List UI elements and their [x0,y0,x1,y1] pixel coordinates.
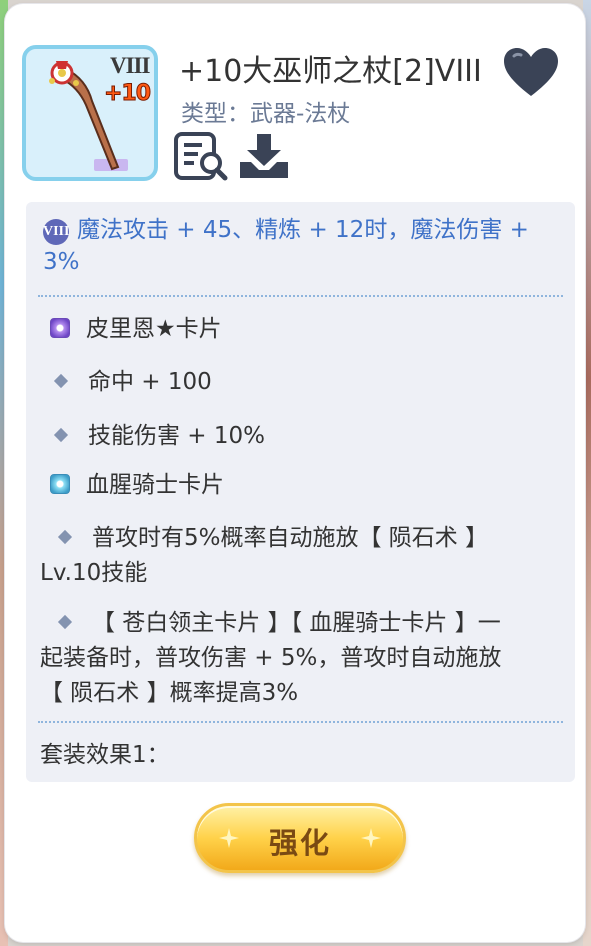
refine-effect-text: 魔法攻击 + 45、精炼 + 12时，魔法伤害 + 3% [43,217,529,275]
card-effect-row: 命中 + 100 [50,365,212,400]
blue-card-icon [50,474,70,494]
card-effect: 普攻时有5%概率自动施放【 陨石术 】Lv.10技能 [40,525,489,586]
refine-level-badge: VIII [110,53,150,78]
item-detail-panel: VIII +10 +10大巫师之杖[2]VIII 类型：武器-法杖 VIII 魔法… [5,4,585,942]
card-name: 皮里恩★卡片 [86,316,222,342]
card-effect-row: 普攻时有5%概率自动施放【 陨石术 】Lv.10技能 [40,521,520,591]
divider [38,721,563,723]
stats-box: VIII 魔法攻击 + 45、精炼 + 12时，魔法伤害 + 3% 皮里恩★卡片 … [26,202,575,782]
card-row: 皮里恩★卡片 [50,312,222,347]
card-effect: 【 苍白领主卡片 】【 血腥骑士卡片 】一起装备时，普攻伤害 + 5%，普攻时自… [40,610,502,706]
bullet-diamond-icon [57,614,73,630]
card-effect-row: 【 苍白领主卡片 】【 血腥骑士卡片 】一起装备时，普攻伤害 + 5%，普攻时自… [40,606,510,711]
enhance-level-badge: +10 [103,81,151,107]
refine-level-icon: VIII [43,219,69,245]
bullet-diamond-icon [53,427,69,443]
item-detail-search-icon[interactable] [173,131,229,181]
bullet-diamond-icon [53,373,69,389]
item-type: 类型：武器-法杖 [181,101,351,127]
card-effect: 技能伤害 + 10% [88,423,266,449]
set-effect-label: 套装效果1： [40,742,170,768]
favorite-heart-icon[interactable] [502,46,560,98]
card-row: 血腥骑士卡片 [50,468,224,503]
item-icon-frame[interactable]: VIII +10 [22,45,158,181]
refine-effect: VIII 魔法攻击 + 45、精炼 + 12时，魔法伤害 + 3% [43,214,563,278]
purple-card-icon [50,318,70,338]
card-effect: 命中 + 100 [88,369,212,395]
item-name: +10大巫师之杖[2]VIII [179,54,482,89]
enhance-button-label: 强化 [268,826,331,860]
card-name: 血腥骑士卡片 [86,472,224,498]
download-icon[interactable] [237,132,291,180]
divider [38,295,563,297]
bullet-diamond-icon [57,529,73,545]
enhance-button[interactable]: 强化 [194,803,406,873]
card-effect-row: 技能伤害 + 10% [50,419,265,454]
